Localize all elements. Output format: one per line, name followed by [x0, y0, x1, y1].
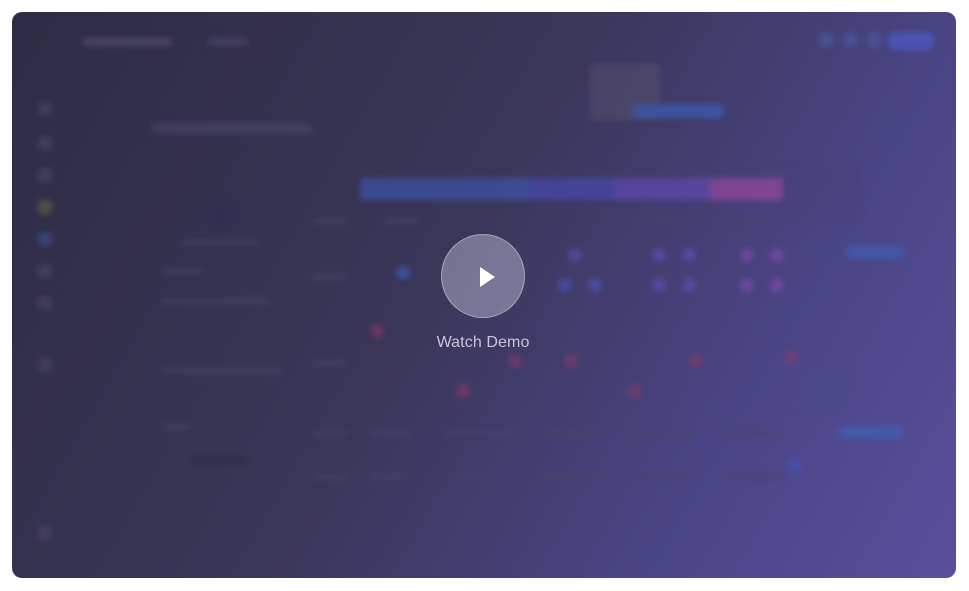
preview-side-icon	[38, 526, 52, 540]
preview-line	[542, 474, 612, 480]
preview-dot	[688, 354, 702, 368]
preview-card	[794, 372, 850, 408]
preview-avatar	[208, 202, 234, 228]
preview-line	[162, 298, 272, 304]
preview-stripe	[530, 178, 614, 200]
preview-card	[782, 162, 862, 222]
demo-video-frame[interactable]: Watch Demo	[12, 12, 956, 578]
preview-side-icon	[38, 264, 52, 278]
preview-topbar	[12, 12, 956, 72]
preview-side-icon	[38, 102, 52, 116]
preview-dot	[396, 266, 410, 280]
preview-line	[726, 430, 778, 436]
preview-dot	[652, 278, 666, 292]
preview-side-icon	[38, 136, 52, 150]
preview-line	[634, 474, 694, 480]
preview-line	[182, 240, 258, 246]
preview-stripe	[614, 178, 710, 200]
preview-signature	[192, 456, 248, 466]
preview-dot	[652, 248, 666, 262]
preview-line	[648, 218, 684, 224]
play-button[interactable]	[441, 234, 525, 318]
preview-logo	[82, 38, 172, 46]
preview-top-icon	[818, 32, 834, 48]
preview-line	[162, 368, 282, 374]
preview-dot	[558, 278, 572, 292]
preview-side-icon	[38, 358, 52, 372]
preview-cta	[888, 32, 934, 50]
preview-side-icon	[38, 296, 52, 310]
preview-line	[732, 218, 768, 224]
preview-stripe	[360, 178, 530, 200]
preview-line	[444, 430, 514, 436]
preview-dot	[770, 248, 784, 262]
watch-demo-label[interactable]: Watch Demo	[383, 334, 583, 352]
preview-dot	[784, 350, 798, 364]
preview-sidebar	[30, 102, 60, 540]
preview-nav	[208, 38, 248, 46]
preview-line	[162, 268, 202, 274]
preview-dot	[588, 278, 602, 292]
preview-side-icon	[38, 200, 52, 214]
preview-line	[384, 218, 420, 224]
preview-side-icon	[38, 232, 52, 246]
preview-dot	[770, 278, 784, 292]
preview-line	[312, 430, 348, 436]
preview-dot	[370, 324, 384, 338]
preview-side-icon	[38, 168, 52, 182]
play-icon	[480, 267, 495, 287]
preview-dot	[508, 354, 522, 368]
preview-dot	[740, 248, 754, 262]
preview-line	[726, 474, 786, 480]
preview-pill	[846, 246, 904, 258]
preview-dot	[682, 248, 696, 262]
preview-dot	[682, 278, 696, 292]
preview-dot	[740, 278, 754, 292]
preview-top-icon	[866, 32, 882, 48]
preview-line	[630, 430, 696, 436]
preview-line	[312, 218, 348, 224]
preview-dot	[456, 384, 470, 398]
preview-dot	[564, 354, 578, 368]
preview-dot	[568, 248, 582, 262]
preview-line	[542, 430, 606, 436]
preview-dot	[788, 458, 802, 472]
preview-stripe	[710, 178, 784, 200]
preview-line	[312, 474, 348, 480]
preview-line	[162, 424, 192, 430]
preview-line	[368, 474, 408, 480]
preview-popup-bar	[632, 104, 724, 118]
preview-dot	[628, 384, 642, 398]
preview-line	[368, 430, 412, 436]
preview-title	[152, 122, 312, 134]
preview-pill	[838, 426, 904, 438]
preview-line	[312, 360, 348, 366]
preview-line	[312, 274, 348, 280]
preview-line	[452, 474, 492, 480]
preview-top-icon	[842, 32, 858, 48]
